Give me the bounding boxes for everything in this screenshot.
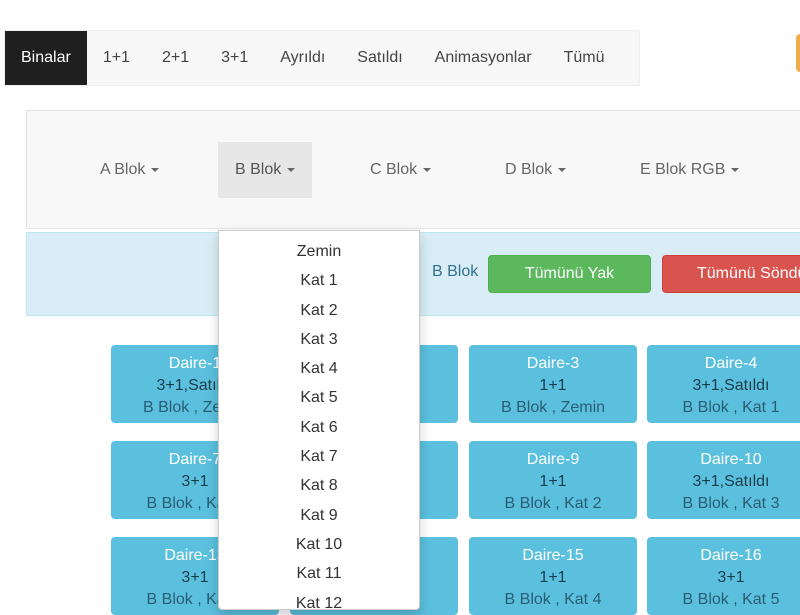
block-e-rgb-dropdown[interactable]: E Blok RGB bbox=[623, 142, 756, 198]
warning-button-edge[interactable] bbox=[796, 34, 800, 72]
block-c-label: C Blok bbox=[370, 161, 418, 178]
floor-item-kat-9[interactable]: Kat 9 bbox=[219, 501, 419, 530]
block-c-dropdown[interactable]: C Blok bbox=[353, 142, 448, 198]
all-lights-off-button[interactable]: Tümünü Söndür bbox=[662, 255, 800, 293]
card-location: B Blok , Zemin bbox=[500, 399, 606, 416]
block-d-dropdown[interactable]: D Blok bbox=[488, 142, 583, 198]
floor-item-kat-10[interactable]: Kat 10 bbox=[219, 530, 419, 559]
block-d-label: D Blok bbox=[505, 161, 553, 178]
tab-tumu[interactable]: Tümü bbox=[548, 31, 621, 85]
card-title: Daire-10 bbox=[700, 451, 762, 468]
card-title: Daire-4 bbox=[704, 355, 758, 372]
block-a-dropdown[interactable]: A Blok bbox=[83, 142, 176, 198]
floor-item-kat-2[interactable]: Kat 2 bbox=[219, 296, 419, 325]
floor-item-kat-4[interactable]: Kat 4 bbox=[219, 354, 419, 383]
floor-item-zemin[interactable]: Zemin bbox=[219, 237, 419, 266]
floor-dropdown-menu: Zemin Kat 1 Kat 2 Kat 3 Kat 4 Kat 5 Kat … bbox=[218, 230, 420, 610]
tab-binalar[interactable]: Binalar bbox=[5, 31, 87, 85]
apartment-card[interactable]: Daire-4 3+1,Satıldı B Blok , Kat 1 bbox=[647, 345, 800, 423]
floor-item-kat-11[interactable]: Kat 11 bbox=[219, 559, 419, 588]
block-b-label: B Blok bbox=[235, 161, 282, 178]
apartment-card[interactable]: Daire-3 1+1 B Blok , Zemin bbox=[469, 345, 637, 423]
tab-3plus1[interactable]: 3+1 bbox=[205, 31, 264, 85]
floor-item-kat-3[interactable]: Kat 3 bbox=[219, 325, 419, 354]
tab-1plus1[interactable]: 1+1 bbox=[87, 31, 146, 85]
apartment-card[interactable]: Daire-9 1+1 B Blok , Kat 2 bbox=[469, 441, 637, 519]
card-location: B Blok , Kat 1 bbox=[682, 399, 780, 416]
caret-down-icon bbox=[151, 167, 160, 172]
card-type: 1+1 bbox=[539, 569, 567, 586]
apartment-card[interactable]: Daire-16 3+1 B Blok , Kat 5 bbox=[647, 537, 800, 615]
caret-down-icon bbox=[287, 167, 296, 172]
tab-ayrildi[interactable]: Ayrıldı bbox=[264, 31, 341, 85]
tab-animasyonlar[interactable]: Animasyonlar bbox=[419, 31, 548, 85]
card-location: B Blok , Kat 2 bbox=[504, 495, 602, 512]
card-type: 3+1 bbox=[717, 569, 745, 586]
floor-item-kat-6[interactable]: Kat 6 bbox=[219, 413, 419, 442]
apartment-card[interactable]: Daire-10 3+1,Satıldı B Blok , Kat 3 bbox=[647, 441, 800, 519]
tab-satildi[interactable]: Satıldı bbox=[341, 31, 418, 85]
apartment-card[interactable]: Daire-15 1+1 B Blok , Kat 4 bbox=[469, 537, 637, 615]
card-type: 3+1,Satıldı bbox=[692, 377, 770, 394]
card-location: B Blok , Kat 5 bbox=[682, 591, 780, 608]
floor-item-kat-1[interactable]: Kat 1 bbox=[219, 266, 419, 295]
card-title: Daire-16 bbox=[700, 547, 762, 564]
block-b-dropdown[interactable]: B Blok bbox=[218, 142, 313, 198]
card-title: Daire-3 bbox=[526, 355, 580, 372]
block-a-label: A Blok bbox=[100, 161, 146, 178]
all-lights-on-button[interactable]: Tümünü Yak bbox=[488, 255, 651, 293]
card-title: Daire-15 bbox=[522, 547, 584, 564]
card-type: 1+1 bbox=[539, 377, 567, 394]
tab-2plus1[interactable]: 2+1 bbox=[146, 31, 205, 85]
top-tab-nav: Binalar 1+1 2+1 3+1 Ayrıldı Satıldı Anim… bbox=[4, 30, 640, 86]
block-e-label: E Blok RGB bbox=[640, 161, 726, 178]
floor-item-kat-8[interactable]: Kat 8 bbox=[219, 471, 419, 500]
block-nav: A Blok B Blok C Blok D Blok E Blok RGB bbox=[26, 110, 800, 229]
card-location: B Blok , Kat 3 bbox=[682, 495, 780, 512]
caret-down-icon bbox=[731, 167, 740, 172]
card-type: 1+1 bbox=[539, 473, 567, 490]
caret-down-icon bbox=[558, 167, 567, 172]
floor-item-kat-12[interactable]: Kat 12 bbox=[219, 589, 419, 609]
caret-down-icon bbox=[423, 167, 432, 172]
card-title: Daire-9 bbox=[526, 451, 580, 468]
card-type: 3+1,Satıldı bbox=[692, 473, 770, 490]
floor-item-kat-7[interactable]: Kat 7 bbox=[219, 442, 419, 471]
card-location: B Blok , Kat 4 bbox=[504, 591, 602, 608]
floor-item-kat-5[interactable]: Kat 5 bbox=[219, 383, 419, 412]
selected-block-label: B Blok bbox=[432, 263, 479, 280]
